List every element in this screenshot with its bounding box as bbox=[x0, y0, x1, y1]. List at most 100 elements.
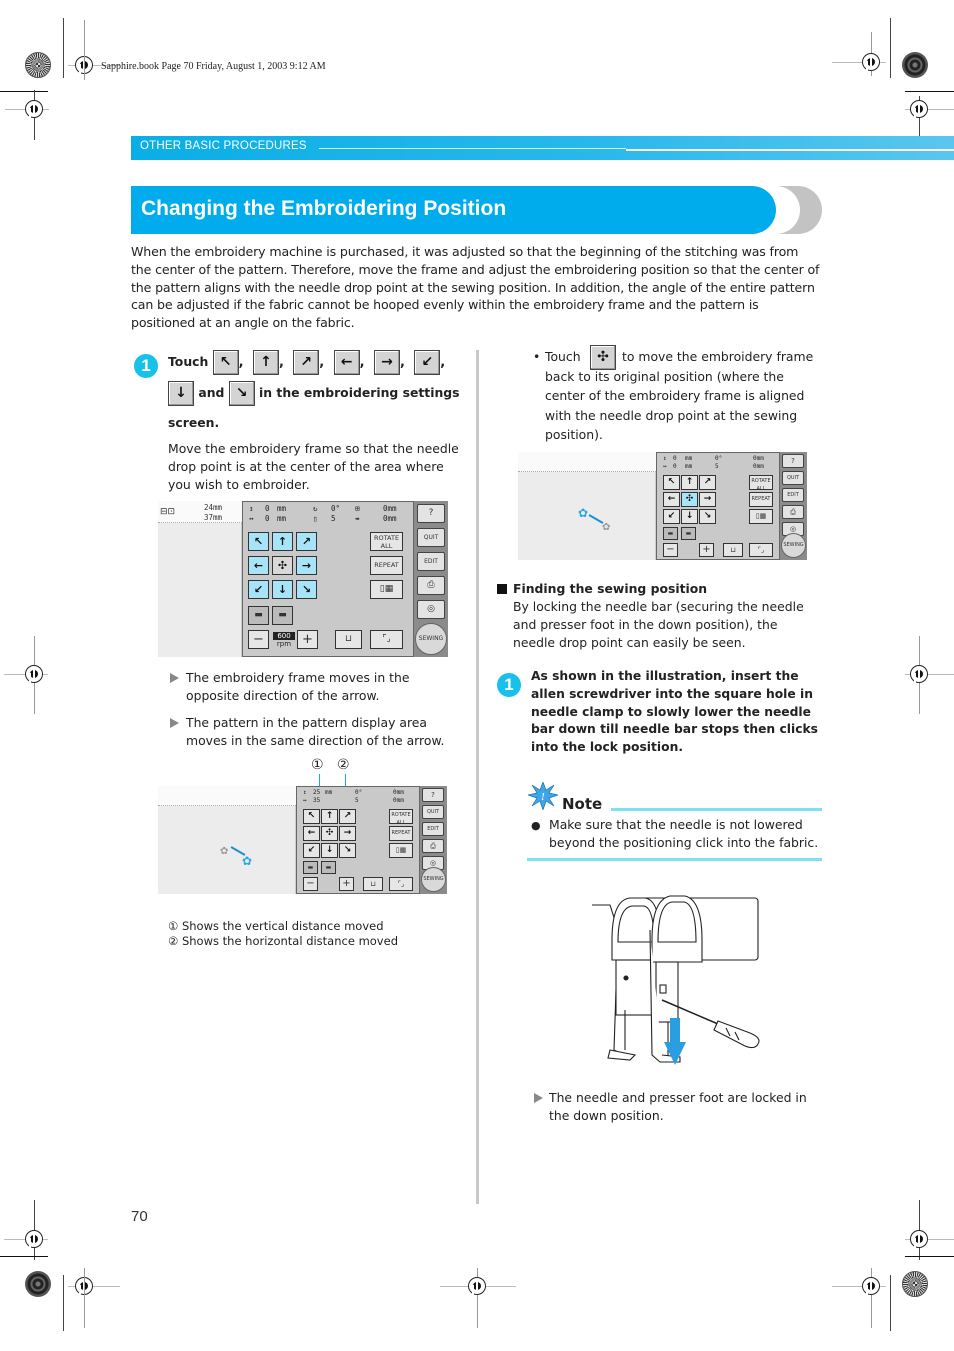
legend-text: Shows the vertical distance moved bbox=[181, 919, 384, 933]
move-down-button[interactable]: ↓ bbox=[321, 843, 338, 858]
move-up-right-button[interactable]: ↗ bbox=[339, 809, 356, 824]
memory-button[interactable]: ⎙ bbox=[782, 505, 804, 519]
move-down-right-button[interactable]: ↘ bbox=[699, 509, 716, 524]
touch-label: Touch bbox=[168, 354, 209, 369]
offset-value: 0mm bbox=[393, 797, 404, 804]
rotate-all-button[interactable]: ROTATE ALL bbox=[370, 532, 403, 551]
move-up-button[interactable]: ↑ bbox=[321, 809, 338, 824]
move-up-left-button[interactable]: ↖ bbox=[248, 532, 269, 551]
registration-mark-icon bbox=[25, 100, 43, 118]
move-down-right-button[interactable]: ↘ bbox=[339, 843, 356, 858]
quit-button[interactable]: QUIT bbox=[782, 471, 804, 485]
move-down-left-button[interactable]: ↙ bbox=[303, 843, 320, 858]
repeat-button[interactable]: REPEAT bbox=[389, 826, 413, 841]
frame-trace-button[interactable]: ⊔ bbox=[723, 543, 743, 557]
edit-button[interactable]: EDIT bbox=[782, 488, 804, 502]
trial-button[interactable]: ▬ bbox=[321, 861, 336, 874]
move-up-right-button[interactable]: ↗ bbox=[699, 475, 716, 490]
speed-decrease-button[interactable]: − bbox=[248, 630, 269, 649]
vertical-icon: ↕ bbox=[663, 455, 667, 462]
color-count: 5 bbox=[331, 514, 336, 523]
pattern-moved-icon: ✿ bbox=[242, 854, 253, 868]
move-right-button[interactable]: → bbox=[339, 826, 356, 841]
move-up-right-button[interactable]: ↗ bbox=[296, 532, 317, 551]
move-up-button[interactable]: ↑ bbox=[681, 475, 698, 490]
angle-value: 0° bbox=[331, 504, 341, 513]
column-divider bbox=[476, 350, 479, 1204]
memory-button[interactable]: ⎙ bbox=[422, 839, 444, 853]
move-down-button[interactable]: ↓ bbox=[681, 509, 698, 524]
move-up-button[interactable]: ↑ bbox=[272, 532, 293, 551]
color-count: 5 bbox=[715, 463, 719, 470]
registration-mark-icon bbox=[910, 1230, 928, 1248]
move-left-button[interactable]: ← bbox=[663, 492, 680, 507]
move-down-button[interactable]: ↓ bbox=[272, 580, 293, 599]
trial-button[interactable]: ▬ bbox=[303, 861, 318, 874]
rotate-all-button[interactable]: ROTATE ALL bbox=[749, 475, 773, 492]
help-button[interactable]: ? bbox=[422, 788, 444, 802]
starting-point-button[interactable]: ⌜⌟ bbox=[749, 543, 773, 557]
move-right-button[interactable]: → bbox=[296, 556, 317, 575]
color-bar-starburst-icon bbox=[25, 52, 51, 78]
rotate-icon: ↻ bbox=[313, 504, 318, 513]
repeat-button[interactable]: REPEAT bbox=[749, 492, 773, 507]
trial-button[interactable]: ▬ bbox=[272, 606, 293, 625]
move-up-left-button[interactable]: ↖ bbox=[663, 475, 680, 490]
thread-color-button[interactable]: ▯▦ bbox=[370, 580, 403, 599]
help-button[interactable]: ? bbox=[782, 454, 804, 468]
arrow-right-icon: → bbox=[373, 350, 400, 375]
thread-color-button[interactable]: ▯▦ bbox=[749, 509, 773, 524]
repeat-button[interactable]: REPEAT bbox=[370, 556, 403, 575]
image-button[interactable]: ◎ bbox=[417, 600, 445, 619]
edit-button[interactable]: EDIT bbox=[422, 822, 444, 836]
crop-line bbox=[84, 1268, 85, 1328]
starting-point-button[interactable]: ⌜⌟ bbox=[389, 877, 413, 891]
move-down-right-button[interactable]: ↘ bbox=[296, 580, 317, 599]
move-down-left-button[interactable]: ↙ bbox=[248, 580, 269, 599]
callout-1: ① bbox=[311, 757, 324, 773]
move-right-button[interactable]: → bbox=[699, 492, 716, 507]
move-left-button[interactable]: ← bbox=[248, 556, 269, 575]
thread-color-button[interactable]: ▯▦ bbox=[389, 843, 413, 858]
edit-button[interactable]: EDIT bbox=[417, 552, 445, 571]
arrow-down-left-icon: ↙ bbox=[414, 350, 441, 375]
center-position-button[interactable]: ✣ bbox=[321, 826, 338, 841]
rotate-all-button[interactable]: ROTATE ALL bbox=[389, 809, 413, 826]
speed-increase-button[interactable]: + bbox=[699, 543, 714, 557]
note-bullet-icon: ● bbox=[531, 819, 541, 832]
speed-decrease-button[interactable]: − bbox=[303, 877, 318, 891]
pattern-width: 37mm bbox=[204, 513, 223, 522]
sewing-button[interactable]: SEWING bbox=[781, 533, 806, 558]
sewing-button[interactable]: SEWING bbox=[415, 623, 447, 655]
center-position-button[interactable]: ✣ bbox=[681, 492, 698, 507]
quit-button[interactable]: QUIT bbox=[422, 805, 444, 819]
starting-point-button[interactable]: ⌜⌟ bbox=[370, 630, 403, 649]
color-bar-disc-icon bbox=[25, 1271, 51, 1297]
arrow-up-left-icon: ↖ bbox=[212, 350, 239, 375]
speed-increase-button[interactable]: + bbox=[297, 630, 318, 649]
trial-button[interactable]: ▬ bbox=[681, 527, 696, 540]
section-header-label: OTHER BASIC PROCEDURES bbox=[140, 140, 307, 152]
speed-increase-button[interactable]: + bbox=[339, 877, 354, 891]
move-left-button[interactable]: ← bbox=[303, 826, 320, 841]
trial-button[interactable]: ▬ bbox=[248, 606, 269, 625]
vertical-icon: ↕ bbox=[249, 504, 254, 513]
help-button[interactable]: ? bbox=[417, 504, 445, 523]
side-panel: ? QUIT EDIT ⎙ ◎ SEWING bbox=[414, 501, 448, 657]
move-down-left-button[interactable]: ↙ bbox=[663, 509, 680, 524]
memory-button[interactable]: ⎙ bbox=[417, 576, 445, 595]
quit-button[interactable]: QUIT bbox=[417, 528, 445, 547]
horizontal-icon: ↔ bbox=[303, 797, 307, 804]
frame-trace-button[interactable]: ⊔ bbox=[363, 877, 383, 891]
legend-text: Shows the horizontal distance moved bbox=[181, 934, 398, 948]
frame-trace-button[interactable]: ⊔ bbox=[335, 630, 362, 649]
registration-mark-icon bbox=[862, 1277, 880, 1295]
sewing-button[interactable]: SEWING bbox=[421, 867, 446, 892]
step1-description: Move the embroidery frame so that the ne… bbox=[168, 441, 459, 492]
unit-label: mm bbox=[277, 504, 287, 513]
center-position-button[interactable]: ✣ bbox=[272, 556, 293, 575]
speed-decrease-button[interactable]: − bbox=[663, 543, 678, 557]
move-up-left-button[interactable]: ↖ bbox=[303, 809, 320, 824]
section-header-rule bbox=[319, 148, 626, 149]
trial-button[interactable]: ▬ bbox=[663, 527, 678, 540]
